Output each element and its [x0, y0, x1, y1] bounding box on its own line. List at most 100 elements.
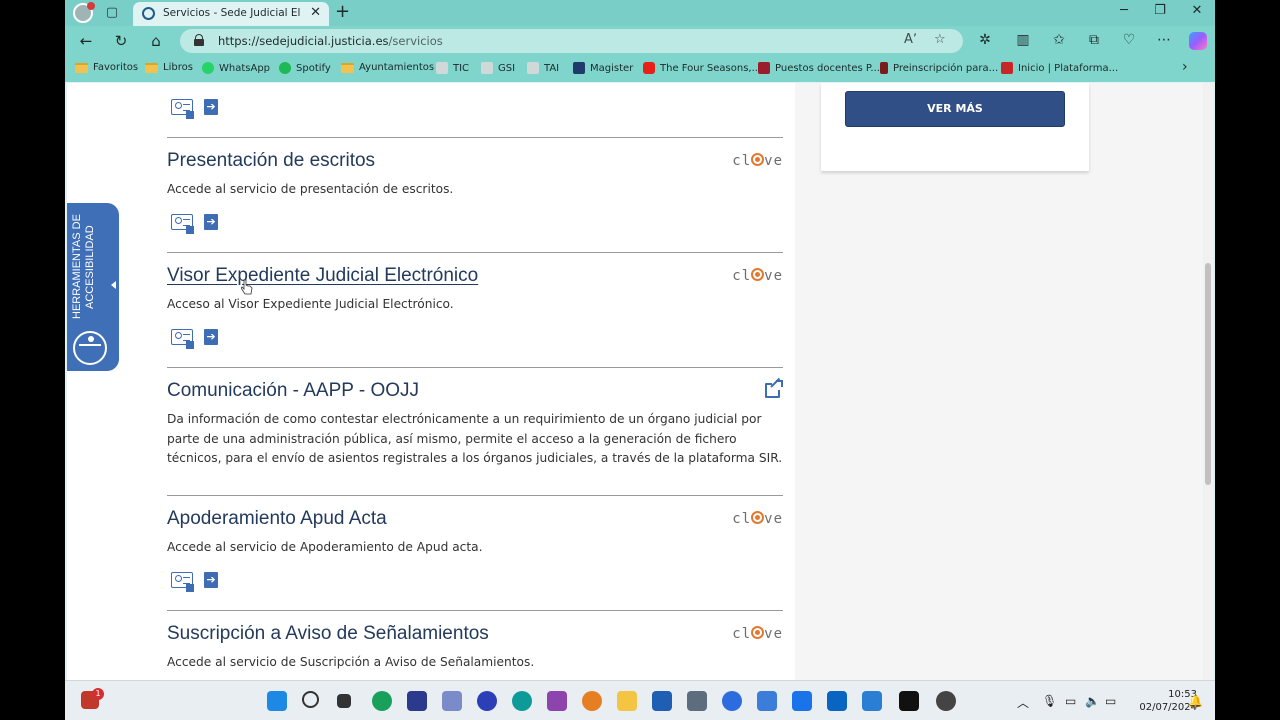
tray-overflow-icon[interactable]: ︿ — [1017, 694, 1029, 711]
fav-preinscripcion[interactable]: Preinscripción para... — [880, 62, 998, 74]
network-icon[interactable]: ▭ — [1065, 694, 1076, 708]
app-icon[interactable] — [862, 691, 882, 711]
fav-magister[interactable]: Magister — [573, 62, 633, 74]
tab-actions-icon[interactable]: ▢ — [103, 4, 121, 22]
service-description: Accede al servicio de Suscripción a Avis… — [167, 655, 535, 669]
edge-icon[interactable] — [512, 691, 532, 711]
new-tab-icon[interactable]: + — [335, 1, 350, 22]
clave-circle-icon — [751, 268, 765, 281]
file-explorer-icon[interactable] — [617, 691, 637, 711]
outlook-icon[interactable] — [827, 691, 847, 711]
url-text: https://sedejudicial.justicia.es/servici… — [218, 34, 443, 48]
fav-tic[interactable]: TIC — [436, 62, 469, 74]
back-icon[interactable]: ← — [75, 31, 97, 51]
service-title[interactable]: Apoderamiento Apud Acta — [167, 508, 783, 530]
app-icon[interactable] — [477, 691, 497, 711]
fav-inicio-plataforma[interactable]: Inicio | Plataforma... — [1001, 62, 1118, 74]
mail-icon[interactable] — [792, 691, 812, 711]
store-icon[interactable] — [652, 691, 672, 711]
service-title[interactable]: Presentación de escritos — [167, 150, 783, 172]
fav-whatsapp[interactable]: WhatsApp — [202, 62, 270, 74]
login-arrow-icon[interactable]: ➔ — [204, 99, 218, 115]
service-title[interactable]: Suscripción a Aviso de Señalamientos — [167, 623, 783, 645]
service-description: Da información de como contestar electró… — [167, 412, 783, 465]
terminal-icon[interactable] — [899, 691, 919, 711]
scroll-thumb[interactable] — [1205, 263, 1211, 485]
fav-four-seasons[interactable]: The Four Seasons,... — [643, 62, 761, 74]
divider — [167, 495, 783, 496]
home-icon[interactable]: ⌂ — [145, 31, 167, 51]
fav-favoritos[interactable]: Favoritos — [75, 62, 138, 73]
chat-app-icon[interactable] — [372, 691, 392, 711]
clave-logo: cl ve — [732, 511, 783, 527]
microphone-icon[interactable]: 🎙 — [1042, 694, 1057, 708]
page-icon — [481, 62, 493, 74]
service-presentacion-escritos: Presentación de escritos cl ve Accede al … — [167, 150, 783, 200]
login-arrow-icon[interactable]: ➔ — [204, 572, 218, 588]
volume-icon[interactable]: 🔈 — [1085, 694, 1100, 708]
fav-libros[interactable]: Libros — [145, 62, 193, 73]
clave-logo: cl ve — [732, 268, 783, 284]
service-description: Acceso al Visor Expediente Judicial Elec… — [167, 297, 454, 311]
search-icon[interactable] — [302, 691, 319, 708]
ver-mas-button[interactable]: VER MÁS — [845, 91, 1065, 127]
clave-logo: cl ve — [732, 153, 783, 169]
divider — [167, 137, 783, 138]
id-card-badge — [186, 341, 194, 349]
fav-puestos-docentes[interactable]: Puestos docentes P... — [758, 62, 880, 74]
service-title[interactable]: Comunicación - AAPP - OOJJ — [167, 380, 783, 402]
copilot-icon[interactable] — [1189, 32, 1207, 50]
app-icon[interactable] — [722, 691, 742, 711]
clipchamp-icon[interactable] — [547, 691, 567, 711]
url-input[interactable]: https://sedejudicial.justicia.es/servici… — [180, 29, 963, 53]
split-screen-icon[interactable]: ▥ — [1012, 32, 1034, 48]
service-visor-expediente: Visor Expediente Judicial Electrónico cl… — [167, 265, 783, 315]
accessibility-tools-tab[interactable]: HERRAMIENTAS DE ACCESIBILIDAD — [67, 203, 119, 371]
chevron-right-icon[interactable]: › — [1182, 59, 1188, 75]
tab-servicios[interactable]: Servicios - Sede Judicial Electrónica ✕ — [133, 2, 329, 26]
favorite-star-icon[interactable]: ☆ — [934, 32, 946, 47]
screen: ▢ Servicios - Sede Judicial Electrónica … — [65, 0, 1215, 720]
login-arrow-icon[interactable]: ➔ — [204, 214, 218, 230]
extensions-icon[interactable]: ✲ — [974, 32, 996, 48]
media-player-icon[interactable] — [582, 691, 602, 711]
divider — [167, 252, 783, 253]
snipping-tool-icon[interactable] — [442, 691, 462, 711]
page-scrollbar[interactable] — [1203, 83, 1213, 680]
lock-icon — [194, 34, 204, 46]
start-icon[interactable] — [267, 691, 287, 711]
battery-icon[interactable]: ▭ — [1105, 694, 1116, 708]
favorites-bar: Favoritos Libros WhatsApp Spotify Ayunta… — [65, 56, 1215, 82]
edge-favicon-icon — [142, 7, 155, 20]
app-icon[interactable] — [407, 691, 427, 711]
collections-icon[interactable]: ⧉ — [1083, 32, 1105, 48]
close-tab-icon[interactable]: ✕ — [310, 5, 321, 20]
refresh-icon[interactable]: ↻ — [110, 31, 132, 51]
app-icon[interactable] — [757, 691, 777, 711]
favorites-icon[interactable]: ✩ — [1048, 32, 1070, 48]
fav-gsi[interactable]: GSI — [481, 62, 515, 74]
fav-ayuntamientos[interactable]: Ayuntamientos — [341, 62, 434, 73]
folder-icon — [341, 62, 354, 73]
login-arrow-icon[interactable]: ➔ — [204, 329, 218, 345]
more-menu-icon[interactable]: ⋯ — [1153, 32, 1175, 48]
close-window-icon[interactable]: ✕ — [1182, 3, 1212, 18]
minimize-icon[interactable]: ─ — [1109, 3, 1139, 18]
browser-essentials-icon[interactable]: ♡ — [1118, 32, 1140, 48]
read-aloud-icon[interactable]: Aʼ — [904, 32, 917, 47]
address-bar: ← ↻ ⌂ https://sedejudicial.justicia.es/s… — [65, 26, 1215, 56]
notifications-bell-icon[interactable]: 🔔 — [1188, 694, 1203, 708]
divider — [167, 367, 783, 368]
calculator-icon[interactable] — [687, 691, 707, 711]
clave-circle-icon — [751, 626, 765, 639]
page-icon — [436, 62, 448, 74]
fav-tai[interactable]: TAI — [527, 62, 559, 74]
obs-icon[interactable] — [936, 691, 956, 711]
folder-icon — [75, 62, 88, 73]
service-title[interactable]: Visor Expediente Judicial Electrónico — [167, 265, 783, 287]
id-card-badge — [186, 111, 194, 119]
external-link-icon[interactable] — [765, 377, 785, 398]
maximize-icon[interactable]: ❐ — [1145, 3, 1175, 18]
fav-spotify[interactable]: Spotify — [279, 62, 331, 74]
task-view-icon[interactable] — [337, 694, 351, 708]
